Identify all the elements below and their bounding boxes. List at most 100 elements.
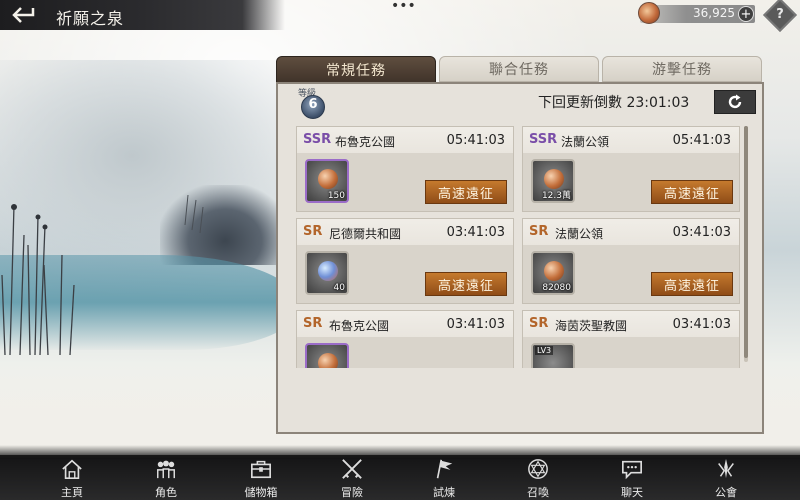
currency-display: 36,925 + (638, 2, 755, 24)
reward-item-slot[interactable] (305, 343, 349, 368)
nav-label: 角色 (155, 486, 177, 499)
quest-time: 05:41:03 (446, 133, 505, 148)
bottom-nav: 主頁 角色 儲物箱 冒險 試煉 召喚 聊天 公會 (0, 445, 800, 500)
page-title: 祈願之泉 (56, 9, 125, 28)
reward-orb-icon (318, 169, 338, 189)
trial-flag-icon (436, 459, 453, 479)
reward-count: 82080 (542, 283, 571, 293)
quest-time: 03:41:03 (446, 225, 505, 240)
quest-rarity: SSR (303, 132, 332, 147)
help-button[interactable]: ? (763, 0, 797, 32)
background-reeds (1, 194, 204, 356)
nav-trial[interactable]: 試煉 (412, 458, 476, 500)
refresh-button[interactable] (714, 90, 756, 114)
quest-rarity: SSR (529, 132, 558, 147)
reward-orb-icon (318, 353, 338, 368)
quest-name: 布魯克公國 (329, 319, 390, 333)
quest-panel-body: 等級 6 下回更新倒數 23:01:03 SSR 布魯克公國 05:41:03 (276, 82, 764, 434)
add-currency-button[interactable]: + (738, 6, 754, 22)
level-value: 6 (308, 97, 318, 112)
reward-count: 12.3萬 (541, 191, 571, 201)
level-badge: 等級 6 (296, 86, 332, 119)
quest-time: 03:41:03 (672, 225, 731, 240)
nav-label: 召喚 (527, 486, 549, 499)
chat-icon (622, 460, 642, 480)
reward-item-slot[interactable]: 82080 (531, 251, 575, 295)
storage-chest-icon (251, 460, 271, 479)
more-dots-icon[interactable]: ••• (391, 0, 416, 14)
expedite-button[interactable]: 高速遠征 (425, 180, 507, 204)
quest-time: 03:41:03 (672, 317, 731, 332)
refresh-countdown: 下回更新倒數 23:01:03 (538, 95, 690, 111)
guild-icon (718, 458, 734, 479)
quest-card-header: SR 尼德爾共和國 03:41:03 (297, 219, 513, 245)
quest-rarity: SR (303, 316, 323, 331)
quest-card[interactable]: SSR 布魯克公國 05:41:03 150 高速遠征 (296, 126, 514, 212)
nav-label: 試煉 (433, 486, 455, 499)
nav-chat[interactable]: 聊天 (600, 458, 664, 500)
home-icon (62, 459, 82, 479)
reward-item-slot[interactable]: 12.3萬 (531, 159, 575, 203)
nav-summon[interactable]: 召喚 (506, 458, 570, 500)
back-button[interactable] (4, 2, 44, 28)
quest-list-scrollbar[interactable] (744, 126, 748, 362)
quest-rarity: SR (303, 224, 323, 239)
nav-label: 冒險 (341, 486, 363, 499)
nav-adventure[interactable]: 冒險 (320, 458, 384, 500)
crossed-swords-icon (342, 459, 362, 479)
summon-icon (528, 459, 548, 479)
tab-guerrilla-quests[interactable]: 游擊任務 (602, 56, 762, 82)
coin-icon (544, 261, 564, 281)
quest-name: 尼德爾共和國 (329, 227, 402, 241)
refresh-icon (728, 94, 742, 109)
quest-list[interactable]: SSR 布魯克公國 05:41:03 150 高速遠征 SSR 法蘭公領 05:… (296, 126, 748, 368)
quest-name: 法蘭公領 (561, 135, 610, 149)
nav-guild[interactable]: 公會 (694, 458, 758, 500)
quest-time: 05:41:03 (672, 133, 731, 148)
quest-panel: 常規任務 聯合任務 游擊任務 等級 6 下回更新倒數 23:01:03 SSR … (276, 56, 764, 434)
quest-card-header: SR 布魯克公國 03:41:03 (297, 311, 513, 337)
quest-name: 海茵茨聖教國 (555, 319, 628, 333)
quest-card-header: SSR 布魯克公國 05:41:03 (297, 127, 513, 153)
quest-time: 03:41:03 (446, 317, 505, 332)
quest-card[interactable]: SR 海茵茨聖教國 03:41:03 LV3 (522, 310, 740, 368)
quest-card[interactable]: SR 尼德爾共和國 03:41:03 40 高速遠征 (296, 218, 514, 304)
quest-name: 布魯克公國 (335, 135, 396, 149)
reward-level-tag: LV3 (535, 346, 554, 355)
nav-characters[interactable]: 角色 (134, 458, 198, 500)
expedite-button[interactable]: 高速遠征 (651, 272, 733, 296)
reward-count: 150 (327, 191, 345, 201)
quest-rarity: SR (529, 224, 549, 239)
nav-label: 聊天 (621, 486, 643, 499)
back-arrow-icon (12, 7, 35, 23)
tab-joint-quests[interactable]: 聯合任務 (439, 56, 599, 82)
coin-icon (638, 2, 660, 24)
nav-label: 儲物箱 (244, 486, 278, 499)
quest-card-header: SSR 法蘭公領 05:41:03 (523, 127, 739, 153)
expedite-button[interactable]: 高速遠征 (425, 272, 507, 296)
nav-home[interactable]: 主頁 (40, 458, 104, 500)
nav-storage[interactable]: 儲物箱 (229, 458, 293, 500)
reward-item-slot[interactable]: LV3 (531, 343, 575, 368)
nav-label: 公會 (715, 486, 737, 499)
reward-count: 40 (333, 283, 345, 293)
quest-rarity: SR (529, 316, 549, 331)
help-diamond-icon: ? (776, 7, 784, 22)
reward-item-slot[interactable]: 150 (305, 159, 349, 203)
nav-label: 主頁 (61, 486, 83, 499)
crystal-icon (318, 261, 338, 281)
currency-value: 36,925 (693, 6, 735, 20)
coin-icon (544, 169, 564, 189)
quest-card-header: SR 法蘭公領 03:41:03 (523, 219, 739, 245)
quest-card[interactable]: SSR 法蘭公領 05:41:03 12.3萬 高速遠征 (522, 126, 740, 212)
quest-card-header: SR 海茵茨聖教國 03:41:03 (523, 311, 739, 337)
characters-icon (157, 460, 175, 479)
quest-card[interactable]: SR 布魯克公國 03:41:03 (296, 310, 514, 368)
tab-regular-quests[interactable]: 常規任務 (276, 56, 436, 84)
expedite-button[interactable]: 高速遠征 (651, 180, 733, 204)
quest-name: 法蘭公領 (555, 227, 604, 241)
quest-card[interactable]: SR 法蘭公領 03:41:03 82080 高速遠征 (522, 218, 740, 304)
reward-item-slot[interactable]: 40 (305, 251, 349, 295)
scrollbar-thumb[interactable] (744, 126, 748, 358)
top-bar: 祈願之泉 ••• 36,925 + ? (0, 0, 800, 36)
